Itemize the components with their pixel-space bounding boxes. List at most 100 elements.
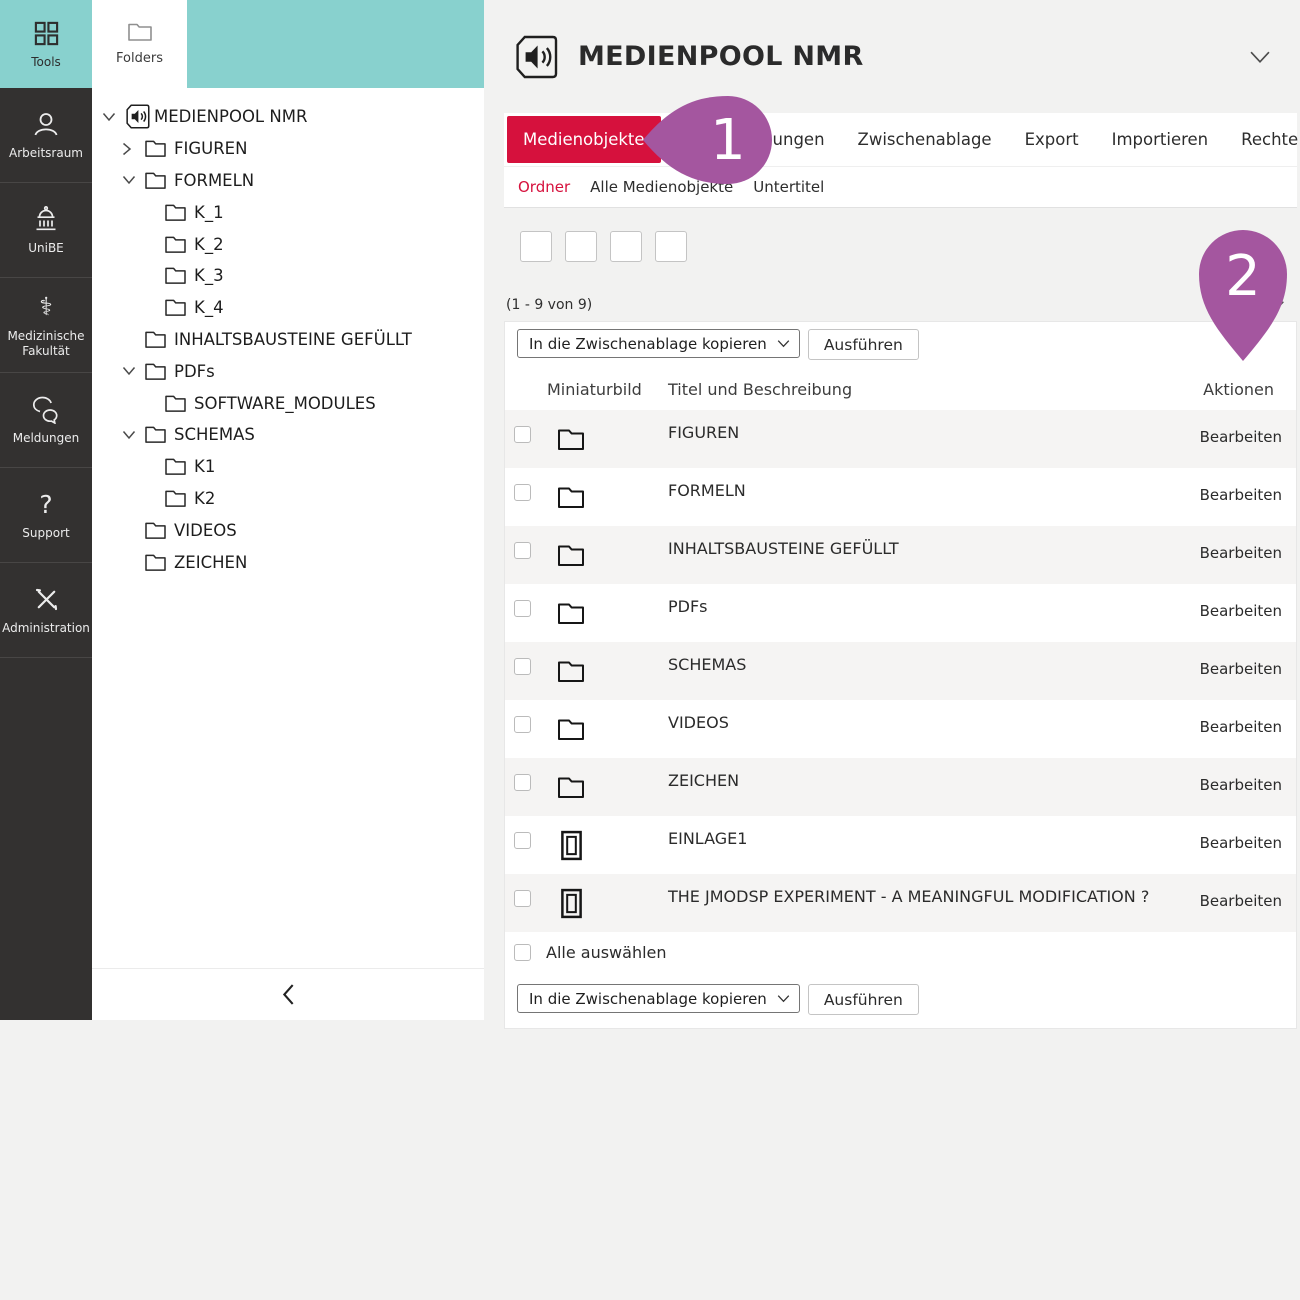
rail-item[interactable]: ⚕ ? Medizinische Fakultät [0,278,92,373]
bulk-action-select[interactable]: In die Zwischenablage kopieren [517,329,800,358]
folder-icon [144,425,167,444]
panel-footer [92,968,484,1020]
edit-link[interactable]: Bearbeiten [1200,660,1282,678]
tab-label: Export [1025,130,1079,149]
tree-item[interactable]: MEDIENPOOL NMR [92,101,484,133]
result-count: (1 - 9 von 9) [506,297,592,313]
table-body: FIGUREN Bearbeiten FORMELN Bearbeiten [505,410,1296,932]
execute-button[interactable]: Ausführen [808,984,919,1015]
panel-header-strip [187,0,484,88]
row-checkbox[interactable] [514,484,531,501]
rail-item[interactable]: ⚕ ? Support [0,468,92,563]
tab[interactable]: Importieren [1112,113,1209,166]
rail-item[interactable]: ⚕ ? Arbeitsraum [0,88,92,183]
folder-icon [557,602,585,625]
tree-item[interactable]: FIGUREN [92,133,484,165]
folder-icon [164,298,187,317]
row-checkbox[interactable] [514,426,531,443]
edit-link[interactable]: Bearbeiten [1200,602,1282,620]
folder-icon [557,428,585,451]
table-row: EINLAGE1 Bearbeiten [505,816,1296,874]
edit-link[interactable]: Bearbeiten [1200,544,1282,562]
row-checkbox[interactable] [514,600,531,617]
subtab[interactable]: Untertitel [753,178,824,196]
rail-item[interactable]: ⚕ ? Tools [0,0,92,88]
row-checkbox[interactable] [514,890,531,907]
folder-icon [127,22,153,42]
rail-item[interactable]: ⚕ ? Meldungen [0,373,92,468]
bulk-action-select[interactable]: In die Zwischenablage kopieren [517,984,800,1013]
action-button[interactable] [610,231,642,262]
edit-link[interactable]: Bearbeiten [1200,892,1282,910]
row-checkbox[interactable] [514,542,531,559]
subtab[interactable]: Ordner [518,178,570,196]
rail-item[interactable]: ⚕ ? UniBE [0,183,92,278]
main-content: MEDIENPOOL NMR Medienobjekte ungen Zwisc… [504,0,1297,1016]
edit-link[interactable]: Bearbeiten [1200,834,1282,852]
row-checkbox[interactable] [514,658,531,675]
chevron-down-icon[interactable] [1249,50,1271,64]
rail-item-label: Arbeitsraum [6,146,86,161]
tab-folders[interactable]: Folders [92,0,187,88]
tree-item[interactable]: K_4 [92,292,484,324]
tab[interactable]: Zwischenablage [858,113,992,166]
row-title[interactable]: VIDEOS [668,713,729,732]
edit-link[interactable]: Bearbeiten [1200,486,1282,504]
tree-item[interactable]: SOFTWARE_MODULES [92,387,484,419]
tree-item[interactable]: K_1 [92,196,484,228]
edit-link[interactable]: Bearbeiten [1200,718,1282,736]
tab[interactable]: Medienobjekte [507,116,661,163]
tree-item[interactable]: K2 [92,483,484,515]
folder-icon [557,718,585,741]
count-row: (1 - 9 von 9) [504,295,1297,315]
row-title[interactable]: EINLAGE1 [668,829,747,848]
row-title[interactable]: ZEICHEN [668,771,739,790]
chevron-down-icon[interactable] [1268,300,1285,311]
table-row: THE JMODSP EXPERIMENT - A MEANINGFUL MOD… [505,874,1296,932]
tree-item[interactable]: SCHEMAS [92,419,484,451]
tab[interactable]: Rechte [1241,113,1298,166]
row-checkbox[interactable] [514,774,531,791]
tree-item[interactable]: FORMELN [92,165,484,197]
collapse-panel-icon[interactable] [282,983,295,1006]
folder-icon [557,486,585,509]
edit-link[interactable]: Bearbeiten [1200,428,1282,446]
action-button[interactable] [565,231,597,262]
tree-item[interactable]: K1 [92,451,484,483]
subtab-bar: Ordner Alle Medienobjekte Untertitel [504,166,1297,208]
action-button[interactable] [655,231,687,262]
row-title[interactable]: FORMELN [668,481,746,500]
folder-icon [164,394,187,413]
tree-item[interactable]: PDFs [92,355,484,387]
action-button[interactable] [520,231,552,262]
document-icon [560,888,583,919]
select-all-checkbox[interactable] [514,944,531,961]
row-title[interactable]: SCHEMAS [668,655,746,674]
row-title[interactable]: PDFs [668,597,708,616]
tree-item-label: K1 [194,457,215,476]
execute-button[interactable]: Ausführen [808,329,919,360]
tab[interactable]: ungen [773,113,825,166]
tree-item[interactable]: INHALTSBAUSTEINE GEFÜLLT [92,324,484,356]
subtab[interactable]: Alle Medienobjekte [590,178,733,196]
rail-item[interactable]: ⚕ ? Administration [0,563,92,658]
tab-bar: Medienobjekte ungen Zwischenablage Expor… [504,113,1297,166]
tree-item[interactable]: VIDEOS [92,514,484,546]
row-title[interactable]: FIGUREN [668,423,739,442]
folder-icon [164,489,187,508]
tree-item[interactable]: K_2 [92,228,484,260]
column-header-thumbnail: Miniaturbild [547,380,642,399]
tree-item[interactable]: K_3 [92,260,484,292]
edit-link[interactable]: Bearbeiten [1200,776,1282,794]
tree-item[interactable]: ZEICHEN [92,546,484,578]
subtab-label: Untertitel [753,178,824,196]
row-checkbox[interactable] [514,716,531,733]
grid-icon [33,20,60,47]
row-title[interactable]: INHALTSBAUSTEINE GEFÜLLT [668,539,899,558]
row-title[interactable]: THE JMODSP EXPERIMENT - A MEANINGFUL MOD… [668,887,1149,906]
tab[interactable]: Export [1025,113,1079,166]
bulk-action-selected-value: In die Zwischenablage kopieren [529,990,767,1008]
row-checkbox[interactable] [514,832,531,849]
tab-label: Zwischenablage [858,130,992,149]
tree-item-label: FIGUREN [174,139,247,158]
